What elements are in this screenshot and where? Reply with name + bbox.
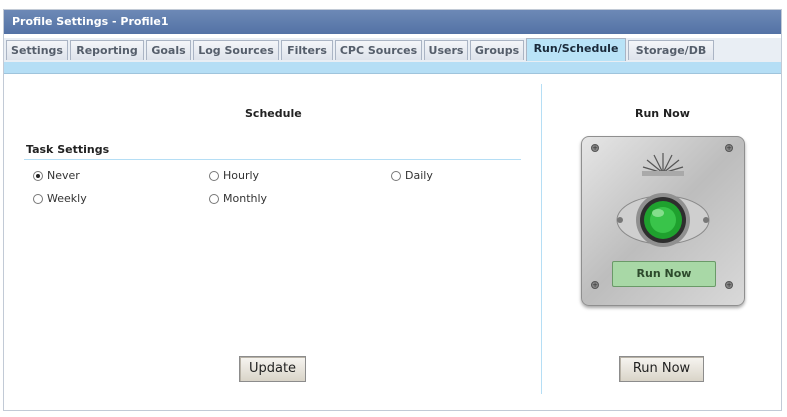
- window-title: Profile Settings - Profile1: [4, 10, 781, 34]
- tab-cpc-sources[interactable]: CPC Sources: [335, 40, 422, 60]
- screw-icon: +: [725, 144, 733, 152]
- tab-log-sources[interactable]: Log Sources: [193, 40, 279, 60]
- tab-groups[interactable]: Groups: [470, 40, 524, 60]
- tab-reporting[interactable]: Reporting: [70, 40, 144, 60]
- radio-monthly-button[interactable]: [209, 193, 219, 204]
- radio-weekly-button[interactable]: [33, 193, 43, 204]
- radio-never-label: Never: [47, 169, 80, 182]
- tab-settings[interactable]: Settings: [6, 40, 68, 60]
- tab-strip: [4, 62, 781, 74]
- radio-daily[interactable]: Daily: [391, 169, 433, 182]
- power-button-icon: [616, 193, 710, 247]
- tab-bar: Settings Reporting Goals Log Sources Fil…: [4, 38, 781, 63]
- radio-weekly[interactable]: Weekly: [33, 192, 87, 205]
- radio-weekly-label: Weekly: [47, 192, 87, 205]
- profile-settings-window: Profile Settings - Profile1 Settings Rep…: [3, 9, 782, 411]
- update-button[interactable]: Update: [239, 356, 306, 382]
- screw-icon: +: [591, 144, 599, 152]
- radio-daily-label: Daily: [405, 169, 433, 182]
- screw-icon: +: [591, 281, 599, 289]
- section-divider: [541, 84, 542, 394]
- screw-icon: +: [725, 281, 733, 289]
- tab-storage-db[interactable]: Storage/DB: [628, 40, 714, 60]
- radio-hourly-label: Hourly: [223, 169, 260, 182]
- sunburst-icon: [642, 153, 684, 176]
- run-now-heading: Run Now: [635, 107, 690, 120]
- radio-hourly-button[interactable]: [209, 170, 219, 181]
- radio-never[interactable]: Never: [33, 169, 80, 182]
- radio-never-button[interactable]: [33, 170, 43, 181]
- radio-hourly[interactable]: Hourly: [209, 169, 259, 182]
- tab-users[interactable]: Users: [424, 40, 468, 60]
- tab-content: Schedule Task Settings Never Hourly Dail…: [4, 74, 781, 410]
- schedule-heading: Schedule: [245, 107, 302, 120]
- tab-filters[interactable]: Filters: [281, 40, 333, 60]
- radio-monthly-label: Monthly: [223, 192, 268, 205]
- radio-daily-button[interactable]: [391, 170, 401, 181]
- task-settings-label: Task Settings: [26, 143, 110, 156]
- radio-monthly[interactable]: Monthly: [209, 192, 267, 205]
- task-settings-rule: [24, 159, 521, 160]
- tab-run-schedule[interactable]: Run/Schedule: [526, 38, 626, 61]
- run-now-button[interactable]: Run Now: [619, 356, 704, 382]
- run-now-panel-label: Run Now: [612, 261, 716, 287]
- run-now-panel[interactable]: + + + + Run Now: [581, 136, 745, 306]
- tab-goals[interactable]: Goals: [146, 40, 191, 60]
